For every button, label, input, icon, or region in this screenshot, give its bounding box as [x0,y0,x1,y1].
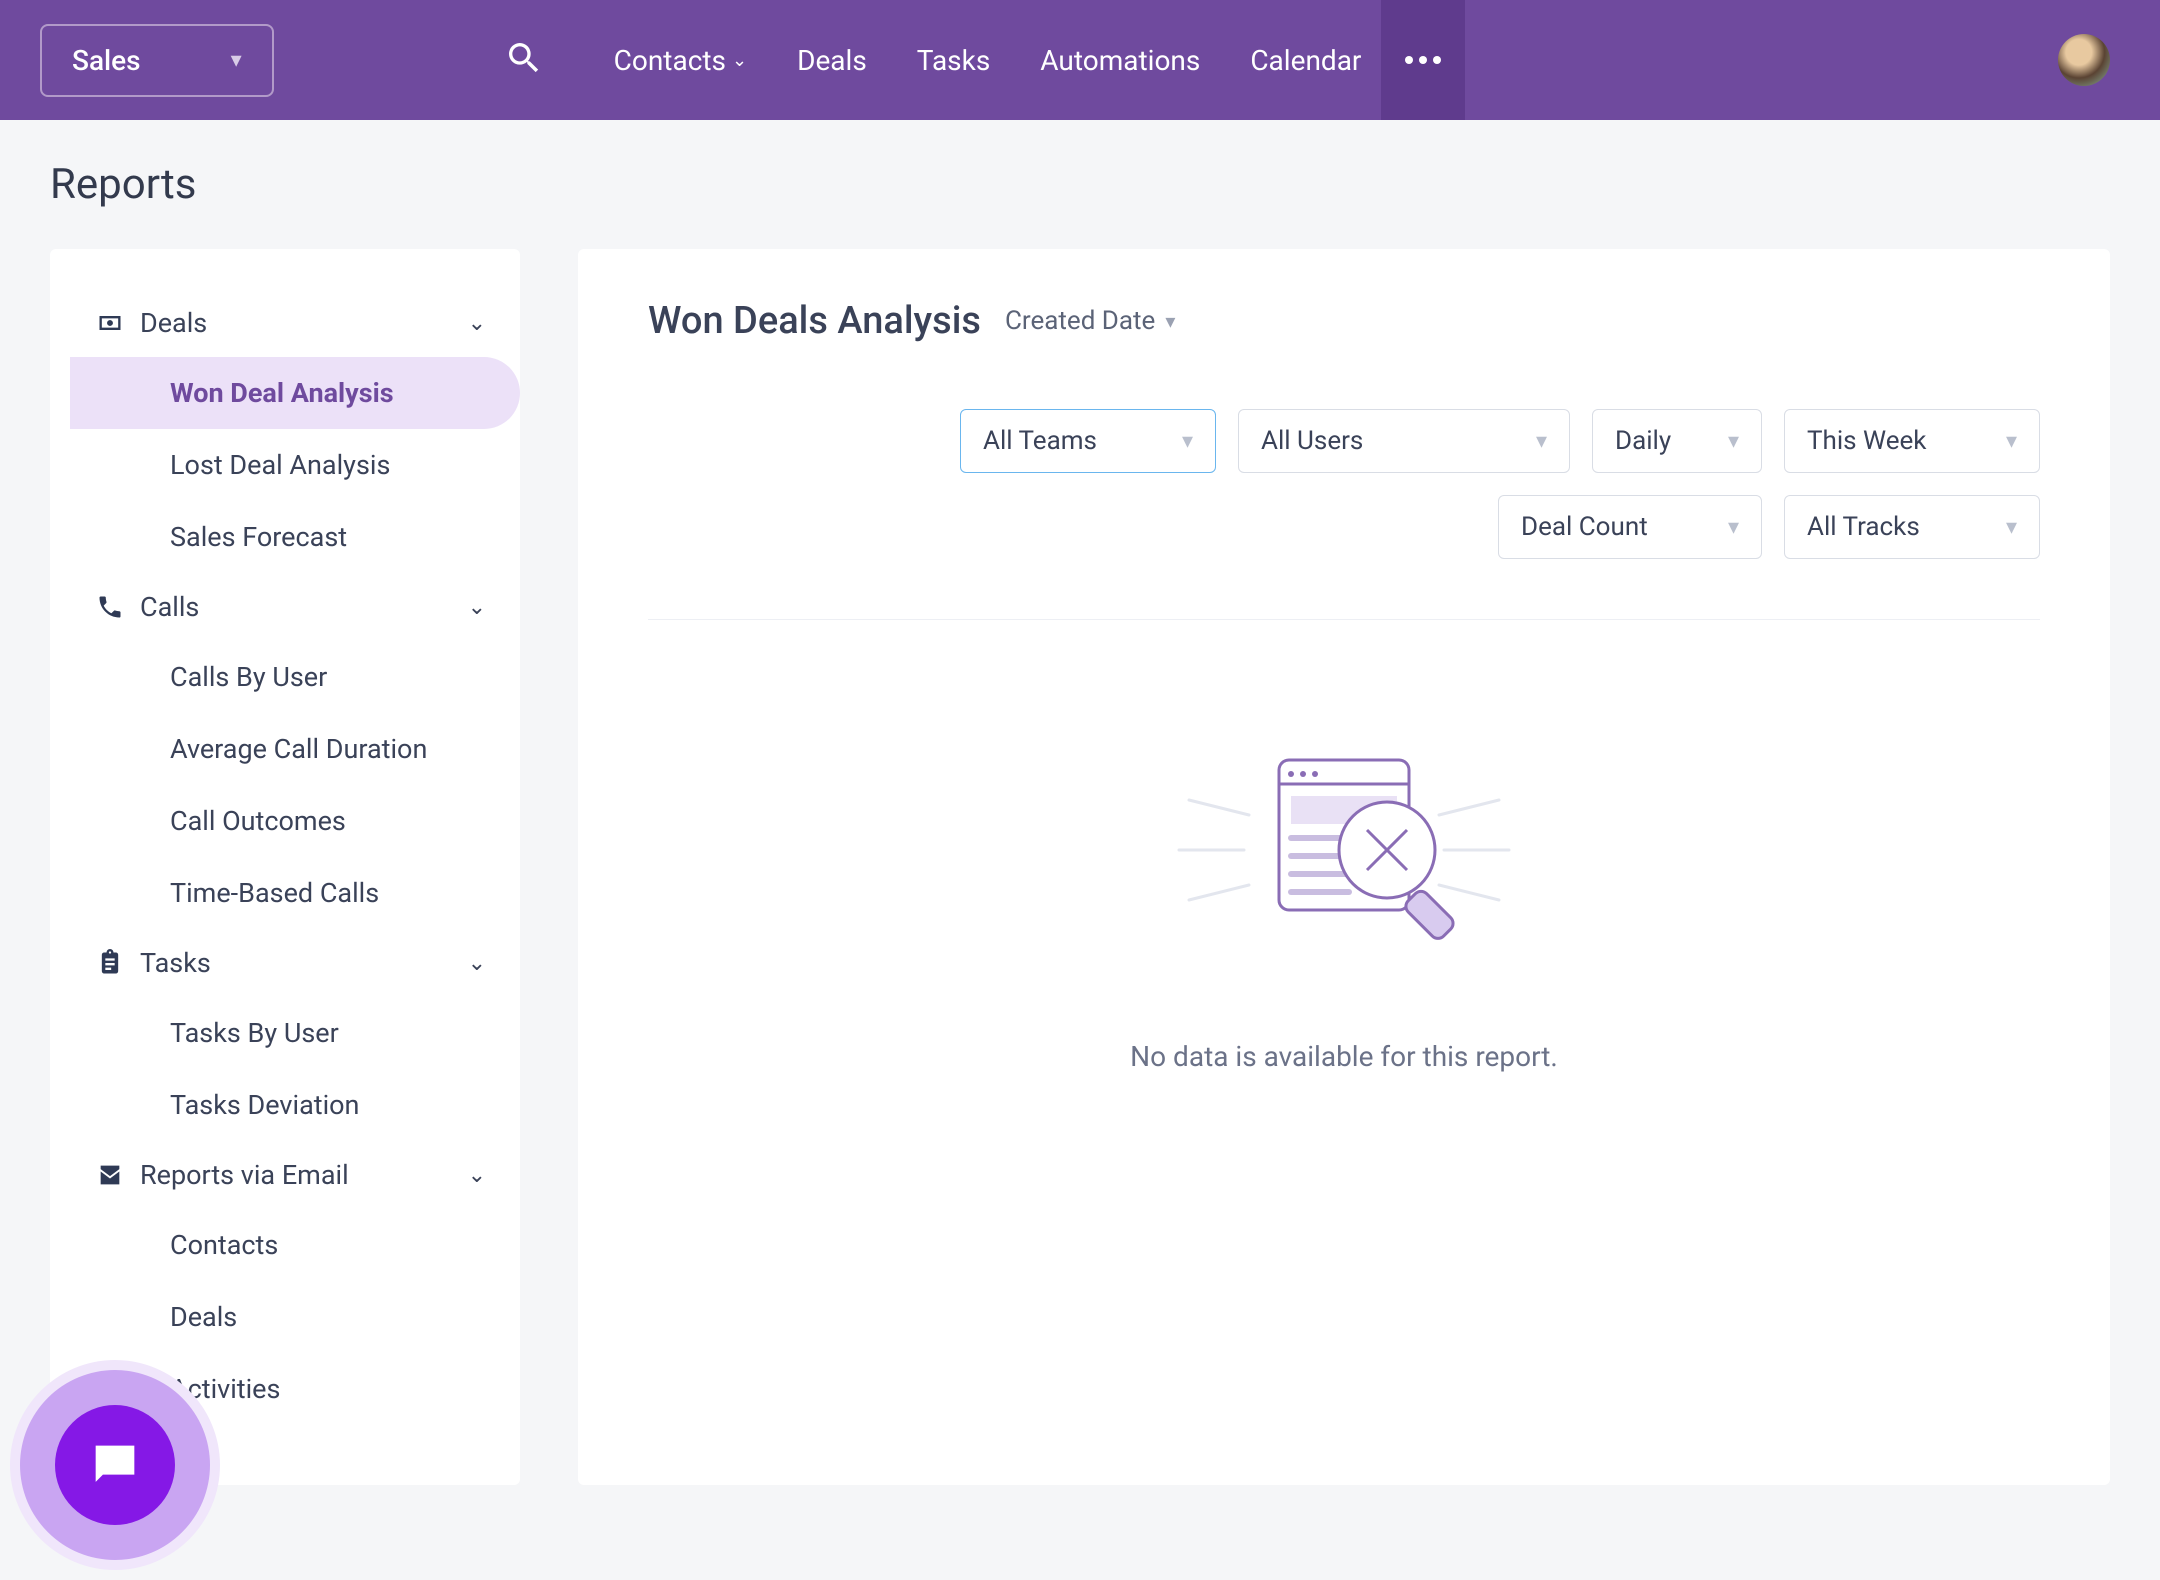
nav-deals-label: Deals [797,44,867,77]
mail-icon [80,1161,140,1189]
nav-contacts[interactable]: Contacts ⌄ [614,44,747,77]
filter-teams-label: All Teams [983,426,1097,456]
filter-granularity-label: Daily [1615,426,1671,456]
nav-more-button[interactable] [1381,0,1465,120]
chevron-down-icon: ⌄ [468,951,486,976]
sidebar-group-calls: Calls ⌄ Calls By User Average Call Durat… [50,573,520,929]
triangle-down-icon: ▾ [1728,515,1739,540]
empty-state-illustration [1169,740,1519,940]
sidebar-item-tasks-deviation[interactable]: Tasks Deviation [70,1069,520,1141]
nav-calendar[interactable]: Calendar [1250,44,1361,77]
filter-metric-label: Deal Count [1521,512,1648,542]
report-title: Won Deals Analysis [648,299,981,343]
triangle-down-icon: ▾ [2006,429,2017,454]
nav-tasks-label: Tasks [917,44,991,77]
empty-state-message: No data is available for this report. [1130,1040,1558,1073]
report-header: Won Deals Analysis Created Date ▾ [648,299,1175,343]
nav-tasks[interactable]: Tasks [917,44,991,77]
sidebar-item-avg-call-duration[interactable]: Average Call Duration [70,713,520,785]
triangle-down-icon: ▾ [1728,429,1739,454]
phone-icon [80,593,140,621]
workspace-selector[interactable]: Sales ▾ [40,24,274,97]
avatar[interactable] [2058,34,2110,86]
sidebar-group-label: Reports via Email [140,1159,349,1191]
more-icon [1405,56,1441,64]
workspace-label: Sales [72,44,141,77]
reports-sidebar: Deals ⌄ Won Deal Analysis Lost Deal Anal… [50,249,520,1485]
cash-icon [80,309,140,337]
sidebar-item-sales-forecast[interactable]: Sales Forecast [70,501,520,573]
nav-calendar-label: Calendar [1250,44,1361,77]
filter-metric[interactable]: Deal Count ▾ [1498,495,1762,559]
sidebar-head-calls[interactable]: Calls ⌄ [50,573,520,641]
triangle-down-icon: ▾ [2006,515,2017,540]
sidebar-item-time-based-calls[interactable]: Time-Based Calls [70,857,520,929]
filter-users-label: All Users [1261,426,1363,456]
nav-automations-label: Automations [1040,44,1200,77]
page-title: Reports [0,120,2160,249]
filter-range-label: This Week [1807,426,1926,456]
date-type-label: Created Date [1005,306,1155,336]
search-icon [504,63,544,82]
app-header: Sales ▾ Contacts ⌄ Deals Tasks Automatio… [0,0,2160,120]
sidebar-item-email-deals[interactable]: Deals [70,1281,520,1353]
sidebar-item-call-outcomes[interactable]: Call Outcomes [70,785,520,857]
report-panel: Won Deals Analysis Created Date ▾ All Te… [578,249,2110,1485]
sidebar-group-label: Deals [140,307,207,339]
divider [648,619,2040,620]
sidebar-group-label: Tasks [140,947,211,979]
nav-contacts-label: Contacts [614,44,726,77]
filter-granularity[interactable]: Daily ▾ [1592,409,1762,473]
nav-automations[interactable]: Automations [1040,44,1200,77]
sidebar-item-calls-by-user[interactable]: Calls By User [70,641,520,713]
filter-range[interactable]: This Week ▾ [1784,409,2040,473]
chevron-down-icon: ▾ [231,48,242,73]
sidebar-item-email-contacts[interactable]: Contacts [70,1209,520,1281]
report-filters: All Teams ▾ All Users ▾ Daily ▾ This Wee… [648,409,2040,559]
chevron-down-icon: ⌄ [468,595,486,620]
triangle-down-icon: ▾ [1182,429,1193,454]
date-type-selector[interactable]: Created Date ▾ [1005,306,1175,336]
chat-icon [55,1405,175,1525]
sidebar-head-deals[interactable]: Deals ⌄ [50,289,520,357]
clipboard-icon [80,949,140,977]
chevron-down-icon: ⌄ [468,1163,486,1188]
sidebar-head-tasks[interactable]: Tasks ⌄ [50,929,520,997]
filter-users[interactable]: All Users ▾ [1238,409,1570,473]
sidebar-group-label: Calls [140,591,199,623]
empty-state: No data is available for this report. [648,740,2040,1073]
sidebar-head-reports-email[interactable]: Reports via Email ⌄ [50,1141,520,1209]
sidebar-group-tasks: Tasks ⌄ Tasks By User Tasks Deviation [50,929,520,1141]
sidebar-item-lost-deal-analysis[interactable]: Lost Deal Analysis [70,429,520,501]
triangle-down-icon: ▾ [1165,309,1175,333]
content-layout: Deals ⌄ Won Deal Analysis Lost Deal Anal… [0,249,2160,1485]
sidebar-item-won-deal-analysis[interactable]: Won Deal Analysis [70,357,520,429]
triangle-down-icon: ▾ [1536,429,1547,454]
chevron-down-icon: ⌄ [732,50,747,71]
filter-teams[interactable]: All Teams ▾ [960,409,1216,473]
top-nav: Contacts ⌄ Deals Tasks Automations Calen… [614,44,1362,77]
search-button[interactable] [504,38,544,82]
sidebar-group-deals: Deals ⌄ Won Deal Analysis Lost Deal Anal… [50,289,520,573]
chat-fab[interactable] [20,1370,210,1560]
filter-tracks-label: All Tracks [1807,512,1920,542]
nav-deals[interactable]: Deals [797,44,867,77]
chevron-down-icon: ⌄ [468,311,486,336]
filter-tracks[interactable]: All Tracks ▾ [1784,495,2040,559]
sidebar-item-tasks-by-user[interactable]: Tasks By User [70,997,520,1069]
